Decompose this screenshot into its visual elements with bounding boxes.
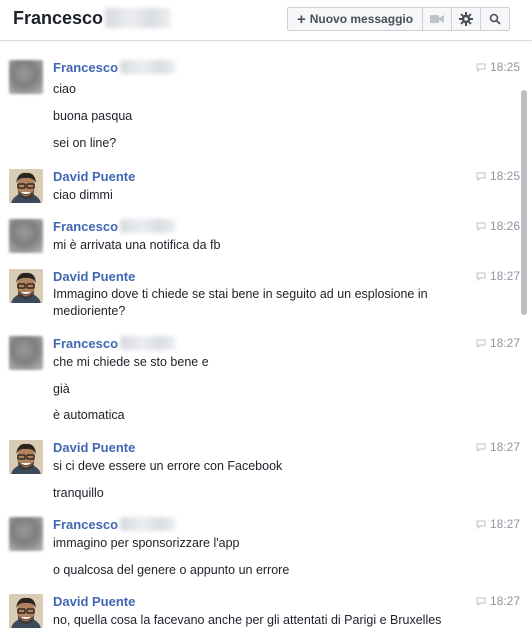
message-text: buona pasqua bbox=[53, 109, 133, 123]
chat-bubble-icon bbox=[476, 597, 486, 606]
sender-name-text: Francesco bbox=[53, 517, 119, 532]
redacted-surname bbox=[105, 7, 172, 28]
new-message-label: Nuovo messaggio bbox=[309, 12, 414, 26]
search-button[interactable] bbox=[481, 7, 510, 31]
video-camera-icon bbox=[430, 14, 444, 24]
sender-name[interactable]: David Puente bbox=[53, 269, 135, 284]
message-timestamp: 18:27 bbox=[476, 440, 520, 454]
chat-bubble-icon bbox=[476, 63, 486, 72]
avatar[interactable] bbox=[9, 269, 43, 303]
timestamp-text: 18:25 bbox=[489, 169, 520, 183]
avatar[interactable] bbox=[9, 336, 43, 370]
message-text: sei on line? bbox=[53, 136, 117, 150]
avatar[interactable] bbox=[9, 60, 43, 94]
chat-bubble-icon bbox=[476, 222, 486, 231]
sender-name[interactable]: Francesco bbox=[53, 219, 177, 234]
avatar[interactable] bbox=[9, 517, 43, 551]
chat-bubble-icon bbox=[476, 172, 486, 181]
redacted-surname bbox=[120, 60, 177, 75]
conversation-header: Francesco + Nuovo messaggio bbox=[0, 0, 532, 41]
timestamp-text: 18:27 bbox=[489, 594, 520, 608]
timestamp-text: 18:27 bbox=[489, 517, 520, 531]
scrollbar[interactable] bbox=[521, 90, 527, 315]
message-text: mi è arrivata una notifica da fb bbox=[53, 238, 221, 252]
sender-name-text: Francesco bbox=[53, 219, 119, 234]
message-text: si ci deve essere un errore con Facebook bbox=[53, 459, 283, 473]
avatar[interactable] bbox=[9, 440, 43, 474]
sender-name[interactable]: Francesco bbox=[53, 336, 177, 351]
avatar[interactable] bbox=[9, 219, 43, 253]
message-timestamp: 18:27 bbox=[476, 336, 520, 350]
message-timestamp: 18:25 bbox=[476, 169, 520, 183]
message-timestamp: 18:27 bbox=[476, 517, 520, 531]
avatar[interactable] bbox=[9, 169, 43, 203]
sender-name[interactable]: David Puente bbox=[53, 594, 135, 609]
message-timestamp: 18:25 bbox=[476, 60, 520, 74]
avatar-portrait bbox=[9, 594, 43, 628]
timestamp-text: 18:27 bbox=[489, 440, 520, 454]
sender-name-text: Francesco bbox=[53, 60, 119, 75]
message-text: ciao dimmi bbox=[53, 188, 113, 202]
chat-bubble-icon bbox=[476, 339, 486, 348]
chat-bubble-icon bbox=[476, 443, 486, 452]
new-message-button[interactable]: + Nuovo messaggio bbox=[287, 7, 423, 31]
search-icon bbox=[489, 13, 501, 25]
avatar-portrait bbox=[9, 440, 43, 474]
sender-name[interactable]: David Puente bbox=[53, 169, 135, 184]
message-text: no, quella cosa la facevano anche per gl… bbox=[53, 613, 442, 627]
message-list[interactable]: Francesco 18:25 ciao buona pasqua sei on… bbox=[0, 50, 532, 637]
message-timestamp: 18:26 bbox=[476, 219, 520, 233]
timestamp-text: 18:27 bbox=[489, 336, 520, 350]
message-text: che mi chiede se sto bene e bbox=[53, 355, 209, 369]
redacted-surname bbox=[120, 517, 177, 532]
message-text: o qualcosa del genere o appunto un error… bbox=[53, 563, 290, 577]
header-toolbar: + Nuovo messaggio bbox=[287, 7, 510, 31]
chat-bubble-icon bbox=[476, 272, 486, 281]
avatar-portrait bbox=[9, 169, 43, 203]
video-call-button[interactable] bbox=[423, 7, 452, 31]
message-timestamp: 18:27 bbox=[476, 594, 520, 608]
gear-icon bbox=[459, 12, 473, 26]
redacted-surname bbox=[120, 336, 177, 351]
sender-name-text: Francesco bbox=[53, 336, 119, 351]
message-text: ciao bbox=[53, 82, 76, 96]
timestamp-text: 18:25 bbox=[489, 60, 520, 74]
conversation-title: Francesco bbox=[13, 7, 172, 29]
message-text: già bbox=[53, 382, 70, 396]
sender-name[interactable]: David Puente bbox=[53, 440, 135, 455]
timestamp-text: 18:27 bbox=[489, 269, 520, 283]
plus-icon: + bbox=[296, 10, 306, 28]
conversation-title-text: Francesco bbox=[13, 8, 104, 28]
redacted-surname bbox=[120, 219, 177, 234]
message-text: è automatica bbox=[53, 408, 125, 422]
avatar-portrait bbox=[9, 269, 43, 303]
message-text: tranquillo bbox=[53, 486, 104, 500]
message-text: Immagino dove ti chiede se stai bene in … bbox=[53, 287, 428, 318]
message-timestamp: 18:27 bbox=[476, 269, 520, 283]
sender-name[interactable]: Francesco bbox=[53, 517, 177, 532]
timestamp-text: 18:26 bbox=[489, 219, 520, 233]
sender-name[interactable]: Francesco bbox=[53, 60, 177, 75]
settings-button[interactable] bbox=[452, 7, 481, 31]
avatar[interactable] bbox=[9, 594, 43, 628]
chat-bubble-icon bbox=[476, 520, 486, 529]
message-text: immagino per sponsorizzare l'app bbox=[53, 536, 240, 550]
